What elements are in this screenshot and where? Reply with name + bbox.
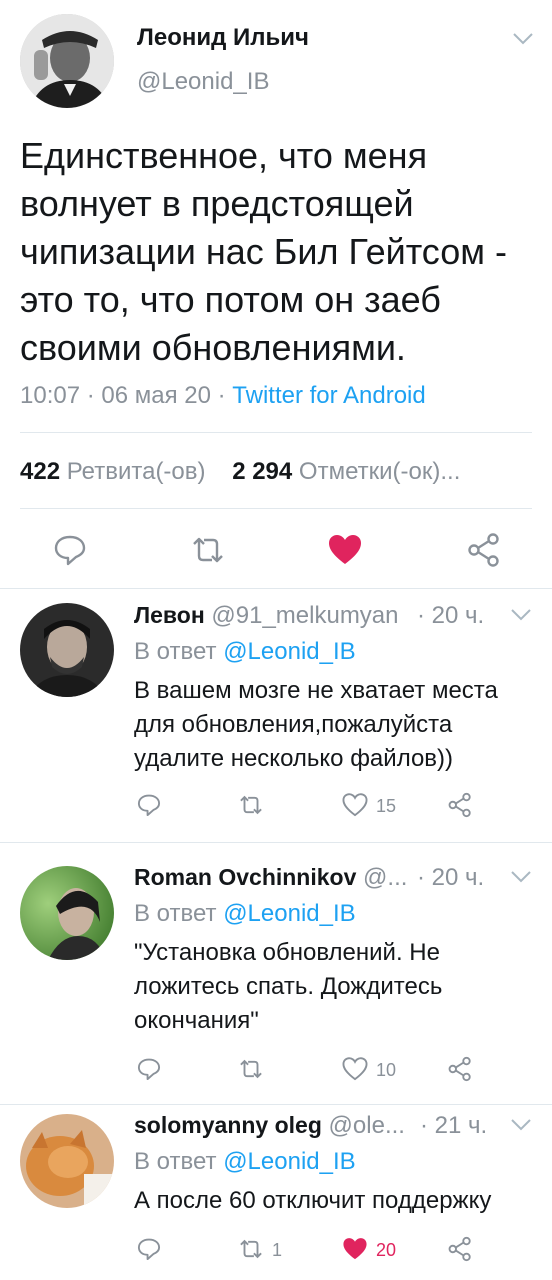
like-count: 20 xyxy=(376,1240,397,1260)
retweets-label[interactable]: Ретвита(-ов) xyxy=(67,458,206,485)
like-icon[interactable] xyxy=(342,792,368,823)
retweet-icon[interactable] xyxy=(238,792,264,823)
author-name[interactable]: Леонид Ильич xyxy=(137,24,309,52)
like-count: 10 xyxy=(376,1060,397,1080)
divider xyxy=(20,432,532,433)
likes-count[interactable]: 2 294 xyxy=(232,458,292,485)
separator xyxy=(0,588,552,589)
separator xyxy=(0,1104,552,1105)
retweet-count: 1 xyxy=(272,1240,283,1260)
reply-avatar[interactable] xyxy=(20,603,114,697)
reply-time: · 20 ч. xyxy=(417,602,485,629)
reply-author-name[interactable]: solomyanny oleg xyxy=(134,1112,322,1138)
tweet-source-link[interactable]: Twitter for Android xyxy=(232,382,425,409)
reply-text: В вашем мозге не хватает места для обнов… xyxy=(134,677,498,772)
reply-avatar[interactable] xyxy=(20,1114,114,1208)
in-reply-to: В ответ @Leonid_IB xyxy=(134,1148,356,1176)
like-icon[interactable] xyxy=(342,1236,368,1267)
in-reply-prefix: В ответ xyxy=(134,900,217,927)
retweet-icon[interactable] xyxy=(190,532,226,573)
reply-header: Левон @91_melkumyan xyxy=(134,602,399,630)
in-reply-prefix: В ответ xyxy=(134,1148,217,1175)
reply-author-handle[interactable]: @91_melkumyan xyxy=(211,602,398,629)
retweet-icon[interactable] xyxy=(238,1236,264,1267)
reply-icon[interactable] xyxy=(136,792,162,823)
reply-icon[interactable] xyxy=(136,1056,162,1087)
reply-avatar[interactable] xyxy=(20,866,114,960)
tweet-stats: 422 Ретвита(-ов) 2 294 Отметки(-ок)... xyxy=(20,458,460,486)
in-reply-prefix: В ответ xyxy=(134,638,217,665)
share-icon[interactable] xyxy=(447,1056,473,1087)
reply-icon[interactable] xyxy=(52,532,88,573)
reply-text: А после 60 отключит поддержку xyxy=(134,1187,492,1214)
divider xyxy=(20,508,532,509)
author-handle[interactable]: @Leonid_IB xyxy=(137,68,269,96)
in-reply-link[interactable]: @Leonid_IB xyxy=(223,638,355,665)
author-avatar[interactable] xyxy=(20,14,114,108)
reply-icon[interactable] xyxy=(136,1236,162,1267)
tweet-menu-chevron-icon[interactable] xyxy=(512,32,534,51)
retweets-count[interactable]: 422 xyxy=(20,458,60,485)
reply-menu-chevron-icon[interactable] xyxy=(510,1118,532,1137)
reply-menu-chevron-icon[interactable] xyxy=(510,870,532,889)
in-reply-link[interactable]: @Leonid_IB xyxy=(223,1148,355,1175)
reply-author-handle[interactable]: @... xyxy=(363,864,407,891)
reply-author-handle[interactable]: @ole... xyxy=(329,1112,405,1139)
reply-header: Roman Ovchinnikov @... xyxy=(134,864,407,892)
reply-author-name[interactable]: Roman Ovchinnikov xyxy=(134,864,356,890)
in-reply-link[interactable]: @Leonid_IB xyxy=(223,900,355,927)
reply-text: "Установка обновлений. Не ложитесь спать… xyxy=(134,939,443,1034)
retweet-icon[interactable] xyxy=(238,1056,264,1087)
reply-menu-chevron-icon[interactable] xyxy=(510,608,532,627)
like-icon[interactable] xyxy=(342,1056,368,1087)
in-reply-to: В ответ @Leonid_IB xyxy=(134,900,356,928)
tweet-text: Единственное, что меня волнует в предсто… xyxy=(20,135,517,368)
reply-time: · 20 ч. xyxy=(417,864,485,891)
reply-author-name[interactable]: Левон xyxy=(134,602,205,628)
like-icon[interactable] xyxy=(327,532,363,573)
tweet-meta: 10:07 · 06 мая 20 · Twitter for Android xyxy=(20,382,426,410)
share-icon[interactable] xyxy=(447,792,473,823)
separator xyxy=(0,842,552,843)
likes-label[interactable]: Отметки(-ок)... xyxy=(299,458,460,485)
share-icon[interactable] xyxy=(447,1236,473,1267)
tweet-time: 10:07 · 06 мая 20 · xyxy=(20,382,233,409)
reply-header: solomyanny oleg @ole... xyxy=(134,1112,405,1140)
in-reply-to: В ответ @Leonid_IB xyxy=(134,638,356,666)
share-icon[interactable] xyxy=(466,532,502,573)
reply-time: · 21 ч. xyxy=(420,1112,488,1139)
like-count: 15 xyxy=(376,796,397,816)
